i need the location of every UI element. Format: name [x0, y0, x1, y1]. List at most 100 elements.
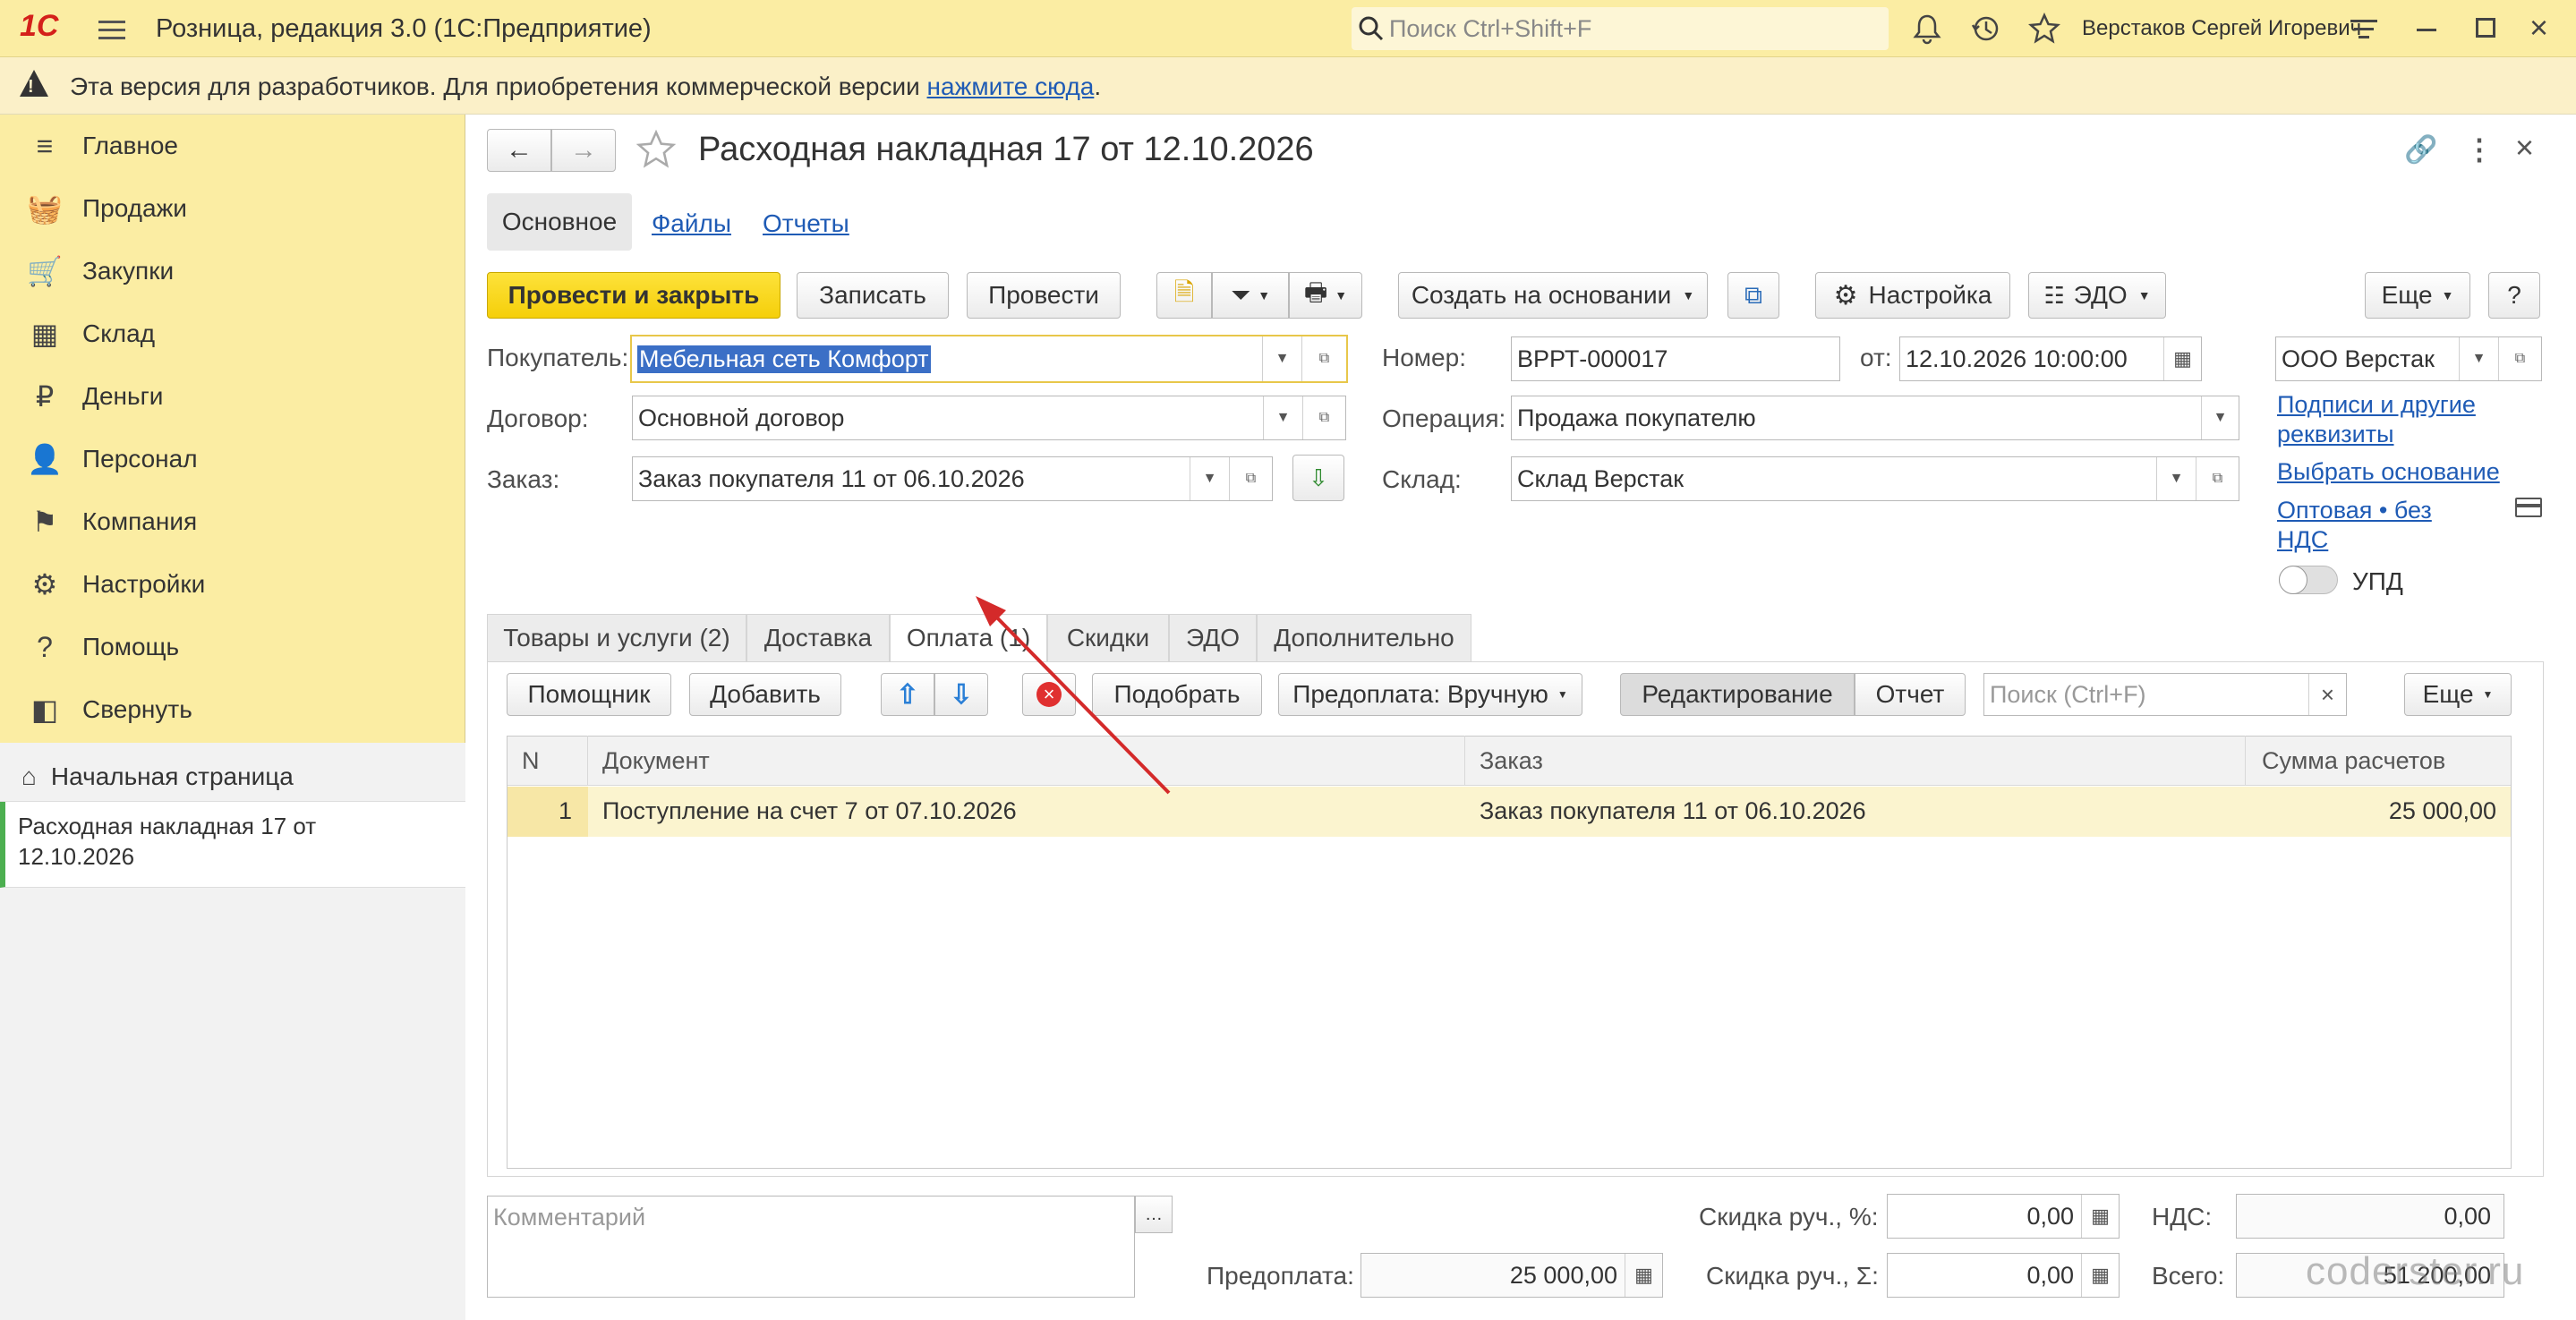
calculator-icon[interactable]: ▦	[1625, 1254, 1662, 1297]
favorite-star-icon[interactable]	[635, 129, 677, 170]
assistant-button[interactable]: Помощник	[507, 673, 671, 716]
organization-open-icon[interactable]: ⧉	[2498, 337, 2541, 380]
subtab-files[interactable]: Файлы	[652, 209, 731, 238]
discount-pct-field[interactable]: 0,00 ▦	[1887, 1194, 2120, 1239]
order-field[interactable]: Заказ покупателя 11 от 06.10.2026 ▼ ⧉	[632, 456, 1273, 501]
back-button[interactable]: ←	[487, 129, 551, 172]
table-search-input[interactable]: Поиск (Ctrl+F) ×	[1983, 673, 2347, 716]
structure-button[interactable]: ⧉	[1727, 272, 1779, 319]
sidebar-item-collapse[interactable]: ◧ Свернуть	[0, 678, 465, 741]
settings-button[interactable]: ⚙ Настройка	[1815, 272, 2010, 319]
filter-dropdown-button[interactable]: ⏷ ▼	[1212, 272, 1289, 319]
fill-from-order-button[interactable]: ⇩	[1292, 455, 1344, 501]
post-and-close-button[interactable]: Провести и закрыть	[487, 272, 780, 319]
signatures-link[interactable]: Подписи и другие реквизиты	[2277, 390, 2528, 449]
operation-dropdown-arrow[interactable]: ▼	[2201, 396, 2239, 439]
sidebar-item-settings[interactable]: ⚙ Настройки	[0, 553, 465, 616]
star-icon[interactable]	[2028, 13, 2060, 45]
buyer-open-icon[interactable]: ⧉	[1301, 336, 1346, 381]
app-logo[interactable]: 1С	[20, 9, 58, 44]
tab-additional[interactable]: Дополнительно	[1257, 614, 1471, 662]
col-header-sum[interactable]: Сумма расчетов	[2246, 736, 2511, 786]
discount-sum-field[interactable]: 0,00 ▦	[1887, 1253, 2120, 1298]
number-field[interactable]: ВРРТ-000017	[1511, 336, 1840, 381]
sidebar-item-sales[interactable]: 🧺 Продажи	[0, 177, 465, 240]
card-icon[interactable]	[2515, 498, 2542, 517]
clear-search-icon[interactable]: ×	[2308, 674, 2346, 715]
tab-delivery[interactable]: Доставка	[746, 614, 890, 662]
warehouse-dropdown-arrow[interactable]: ▼	[2156, 457, 2196, 500]
prepayment-mode-button[interactable]: Предоплата: Вручную ▼	[1278, 673, 1582, 716]
more-vertical-icon[interactable]: ⋮	[2465, 132, 2494, 166]
col-header-n[interactable]: N	[508, 736, 588, 786]
forward-button[interactable]: →	[551, 129, 616, 172]
calculator-icon[interactable]: ▦	[2081, 1195, 2119, 1238]
order-open-icon[interactable]: ⧉	[1229, 457, 1272, 500]
sidebar-item-company[interactable]: ⚑ Компания	[0, 490, 465, 553]
user-name[interactable]: Верстаков Сергей Игоревич	[2082, 16, 2361, 41]
upd-label: УПД	[2352, 567, 2403, 595]
organization-field[interactable]: ООО Верстак ▼ ⧉	[2275, 336, 2542, 381]
table-more-button[interactable]: Еще ▼	[2404, 673, 2512, 716]
tab-goods[interactable]: Товары и услуги (2)	[487, 614, 746, 662]
report-mode-button[interactable]: Отчет	[1855, 673, 1966, 716]
create-based-on-button[interactable]: Создать на основании ▼	[1398, 272, 1708, 319]
comment-expand-button[interactable]: …	[1135, 1196, 1173, 1233]
global-search[interactable]: Поиск Ctrl+Shift+F	[1352, 7, 1889, 50]
vat-value: 0,00	[2444, 1202, 2491, 1230]
sidebar-item-warehouse[interactable]: ▦ Склад	[0, 302, 465, 365]
sidebar-item-purchases[interactable]: 🛒 Закупки	[0, 240, 465, 302]
more-button[interactable]: Еще ▼	[2365, 272, 2470, 319]
help-button[interactable]: ?	[2488, 272, 2540, 319]
settings-menu-icon[interactable]	[2350, 16, 2377, 38]
sidebar-item-main[interactable]: ≡ Главное	[0, 115, 465, 177]
sidebar-item-staff[interactable]: 👤 Персонал	[0, 428, 465, 490]
save-button[interactable]: Записать	[797, 272, 949, 319]
history-icon[interactable]	[1969, 13, 2001, 45]
close-doc-icon[interactable]: ×	[2515, 129, 2534, 166]
person-icon: 👤	[27, 443, 63, 475]
buyer-dropdown-arrow[interactable]: ▼	[1262, 336, 1301, 381]
sidebar-item-help[interactable]: ? Помощь	[0, 616, 465, 678]
calendar-icon[interactable]: ▦	[2163, 337, 2201, 380]
open-doc-tab[interactable]: Расходная накладная 17 от 12.10.2026	[0, 802, 465, 888]
bell-icon[interactable]	[1911, 13, 1943, 45]
edo-button[interactable]: ☷ ЭДО ▼	[2028, 272, 2166, 319]
edit-mode-button[interactable]: Редактирование	[1620, 673, 1855, 716]
warehouse-label: Склад:	[1382, 465, 1462, 493]
subtab-reports[interactable]: Отчеты	[763, 209, 849, 238]
contract-dropdown-arrow[interactable]: ▼	[1263, 396, 1302, 439]
calculator-icon[interactable]: ▦	[2081, 1254, 2119, 1297]
move-up-button[interactable]: ⇧	[881, 673, 934, 716]
vat-field: 0,00	[2236, 1194, 2504, 1239]
add-button[interactable]: Добавить	[689, 673, 841, 716]
prepay-field[interactable]: 25 000,00 ▦	[1361, 1253, 1663, 1298]
comment-field[interactable]: Комментарий	[487, 1196, 1135, 1298]
link-icon[interactable]: 🔗	[2404, 134, 2437, 166]
subtab-main[interactable]: Основное	[487, 193, 632, 251]
main-menu-icon[interactable]	[98, 15, 125, 42]
contract-open-icon[interactable]: ⧉	[1302, 396, 1345, 439]
date-field[interactable]: 12.10.2026 10:00:00 ▦	[1899, 336, 2202, 381]
tab-edo[interactable]: ЭДО	[1169, 614, 1257, 662]
buyer-field[interactable]: Мебельная сеть Комфорт ▼ ⧉	[630, 335, 1348, 383]
minimize-icon[interactable]	[2417, 29, 2436, 31]
organization-dropdown-arrow[interactable]: ▼	[2459, 337, 2498, 380]
price-type-link[interactable]: Оптовая • без НДС	[2277, 496, 2483, 555]
upd-toggle[interactable]	[2279, 566, 2338, 594]
dev-bar-link[interactable]: нажмите сюда	[927, 72, 1095, 100]
col-header-order[interactable]: Заказ	[1465, 736, 2246, 786]
warehouse-open-icon[interactable]: ⧉	[2196, 457, 2239, 500]
operation-field[interactable]: Продажа покупателю ▼	[1511, 396, 2239, 440]
home-tab[interactable]: ⌂ Начальная страница	[0, 752, 465, 802]
contract-field[interactable]: Основной договор ▼ ⧉	[632, 396, 1346, 440]
maximize-icon[interactable]	[2476, 18, 2495, 38]
sidebar-item-money[interactable]: ₽ Деньги	[0, 365, 465, 428]
post-button[interactable]: Провести	[967, 272, 1121, 319]
print-dropdown-button[interactable]: 🖶 ▼	[1289, 272, 1362, 319]
warehouse-field[interactable]: Склад Верстак ▼ ⧉	[1511, 456, 2239, 501]
close-window-icon[interactable]: ×	[2529, 9, 2548, 47]
doc-journal-button[interactable]: 🗎	[1156, 272, 1212, 319]
order-dropdown-arrow[interactable]: ▼	[1190, 457, 1229, 500]
select-basis-link[interactable]: Выбрать основание	[2277, 458, 2500, 486]
